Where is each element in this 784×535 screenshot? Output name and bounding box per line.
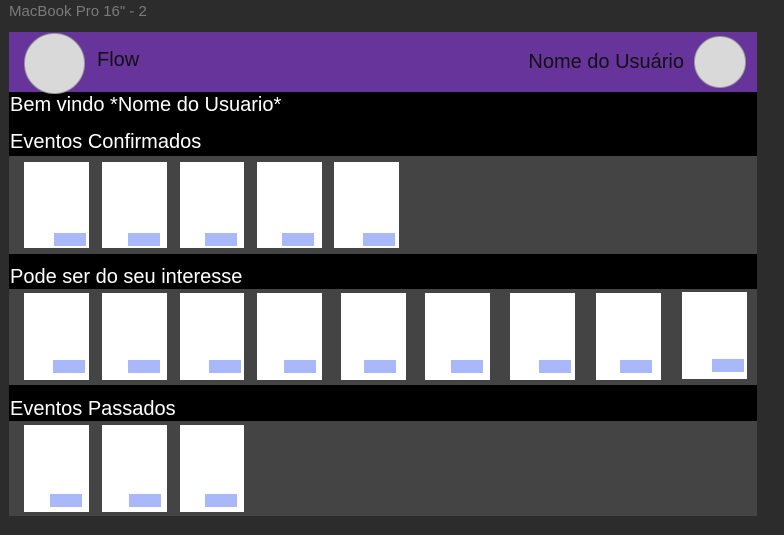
event-card[interactable]	[334, 162, 399, 248]
event-tag	[205, 233, 237, 246]
app-frame: Flow Nome do Usuário Bem vindo *Nome do …	[9, 32, 757, 516]
section-title-interest: Pode ser do seu interesse	[10, 266, 243, 288]
event-tag	[451, 360, 483, 373]
event-tag	[129, 494, 161, 507]
logo-avatar[interactable]	[24, 33, 85, 94]
event-card[interactable]	[682, 292, 747, 379]
event-card[interactable]	[24, 162, 89, 248]
user-avatar[interactable]	[694, 36, 746, 88]
event-tag	[363, 233, 395, 246]
event-tag	[50, 494, 82, 507]
event-tag	[620, 360, 652, 373]
event-card[interactable]	[24, 425, 89, 512]
event-tag	[712, 359, 744, 372]
section-title-past: Eventos Passados	[10, 398, 176, 420]
event-tag	[53, 360, 85, 373]
event-card[interactable]	[510, 293, 575, 380]
confirmed-events-row	[9, 156, 757, 254]
event-card[interactable]	[102, 162, 167, 248]
app-logo-text: Flow	[97, 49, 140, 71]
event-card[interactable]	[180, 162, 244, 248]
top-bar: Flow Nome do Usuário	[9, 32, 757, 94]
section-title-confirmed: Eventos Confirmados	[10, 131, 202, 153]
event-card[interactable]	[596, 293, 661, 380]
event-card[interactable]	[102, 425, 167, 512]
event-tag	[209, 360, 241, 373]
event-card[interactable]	[24, 293, 89, 380]
event-card[interactable]	[180, 425, 244, 512]
event-tag	[128, 233, 160, 246]
event-tag	[284, 360, 316, 373]
event-tag	[364, 360, 396, 373]
event-card[interactable]	[180, 293, 244, 380]
interest-events-row	[9, 289, 757, 385]
past-events-row	[9, 421, 757, 516]
event-card[interactable]	[102, 293, 167, 380]
event-tag	[205, 494, 237, 507]
event-card[interactable]	[425, 293, 490, 380]
user-name[interactable]: Nome do Usuário	[528, 51, 684, 74]
frame-label: MacBook Pro 16" - 2	[9, 3, 147, 20]
event-tag	[539, 360, 571, 373]
event-tag	[128, 360, 160, 373]
event-card[interactable]	[257, 162, 322, 248]
event-card[interactable]	[341, 293, 406, 380]
welcome-message: Bem vindo *Nome do Usuario*	[10, 94, 282, 116]
event-card[interactable]	[257, 293, 322, 380]
event-tag	[282, 233, 314, 246]
event-tag	[54, 233, 86, 246]
